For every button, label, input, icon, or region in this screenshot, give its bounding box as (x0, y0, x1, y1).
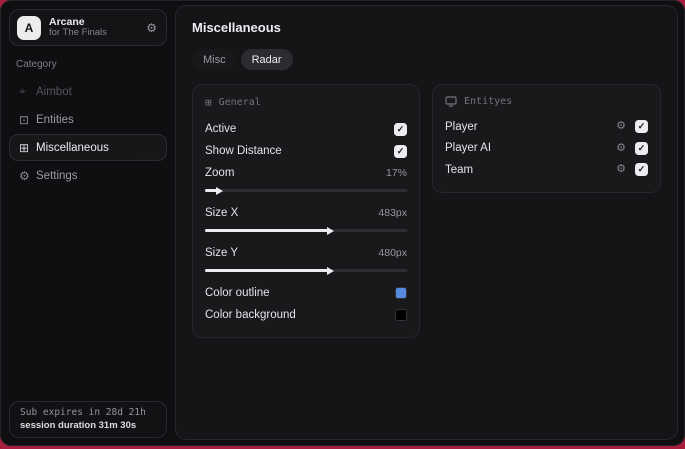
session-duration-text: session duration 31m 30s (20, 419, 137, 431)
entities-icon: ⊡ (19, 112, 30, 127)
size-x-label: Size X (205, 207, 239, 219)
entity-row-team: Team ⚙ ✓ (445, 159, 648, 181)
size-x-row: Size X 483px (205, 202, 407, 224)
zoom-row: Zoom 17% (205, 162, 407, 184)
color-background-row: Color background (205, 304, 408, 326)
size-y-row: Size Y 480px (205, 242, 407, 264)
entities-card: Entityes Player ⚙ ✓ Player AI ⚙ ✓ Team ⚙… (432, 84, 661, 193)
color-outline-swatch[interactable] (395, 287, 408, 299)
cards-row: ⊞ General Active ✓ Show Distance ✓ Zoom … (192, 84, 661, 338)
entity-label: Player AI (445, 142, 492, 155)
entities-card-title: Entityes (464, 96, 513, 107)
window-icon: ⊞ (205, 96, 212, 109)
gear-icon: ⚙ (19, 168, 30, 183)
app-window: A Arcane for The Finals ⚙ Category ⌖ Aim… (0, 0, 685, 446)
size-y-slider[interactable] (205, 266, 408, 275)
crosshair-icon: ⌖ (19, 84, 26, 98)
show-distance-checkbox[interactable]: ✓ (394, 144, 408, 158)
sidebar-nav: ⌖ Aimbot ⊡ Entities ⊞ Miscellaneous ····… (9, 78, 167, 190)
entity-label: Player (445, 120, 478, 133)
size-x-value: 483px (378, 207, 408, 219)
zoom-label: Zoom (205, 167, 235, 179)
sidebar-item-miscellaneous[interactable]: ⊞ Miscellaneous ······· (9, 134, 167, 161)
player-checkbox[interactable]: ✓ (635, 120, 648, 134)
size-x-slider-fill (205, 226, 335, 235)
show-distance-label: Show Distance (205, 145, 282, 157)
active-checkbox[interactable]: ✓ (394, 122, 408, 136)
sliders-icon: ⊞ (19, 140, 30, 155)
entity-row-player-ai: Player AI ⚙ ✓ (445, 138, 648, 160)
tab-radar[interactable]: Radar (240, 49, 293, 70)
team-checkbox[interactable]: ✓ (635, 163, 648, 177)
active-row: Active ✓ (205, 118, 408, 140)
sub-expires-text: Sub expires in 28d 21h (20, 407, 146, 418)
app-subtitle: for The Finals (49, 27, 107, 39)
sidebar-item-entities[interactable]: ⊡ Entities (9, 106, 167, 133)
sidebar-item-label: Entities (36, 113, 74, 126)
monitor-icon (445, 96, 457, 107)
active-label: Active (205, 123, 237, 135)
profile-card[interactable]: A Arcane for The Finals ⚙ (9, 9, 167, 46)
size-y-label: Size Y (205, 247, 239, 259)
entity-gear-icon[interactable]: ⚙ (616, 142, 626, 154)
entity-gear-icon[interactable]: ⚙ (616, 121, 626, 132)
zoom-value: 17% (386, 167, 408, 179)
entity-row-player: Player ⚙ ✓ (445, 116, 648, 138)
watermark: ······· (137, 152, 156, 158)
zoom-slider[interactable] (205, 186, 408, 195)
color-background-swatch[interactable] (395, 309, 408, 321)
entity-label: Team (445, 163, 474, 176)
general-card-title: General (218, 97, 261, 108)
category-label: Category (16, 59, 57, 70)
size-x-slider-thumb[interactable] (327, 226, 335, 235)
sidebar-item-label: Aimbot (36, 85, 72, 98)
show-distance-row: Show Distance ✓ (205, 140, 408, 162)
zoom-slider-fill (205, 186, 224, 195)
color-background-label: Color background (205, 309, 296, 321)
sidebar-item-label: Miscellaneous (36, 141, 109, 154)
size-x-slider[interactable] (205, 226, 408, 235)
color-outline-row: Color outline (205, 282, 408, 304)
entity-gear-icon[interactable]: ⚙ (616, 164, 626, 175)
subscription-card: Sub expires in 28d 21h session duration … (9, 401, 167, 438)
tab-bar: Misc Radar (192, 49, 661, 70)
size-y-slider-fill (205, 266, 335, 275)
tab-misc[interactable]: Misc (192, 49, 237, 70)
profile-gear-icon[interactable]: ⚙ (146, 21, 157, 35)
profile-text: Arcane for The Finals (49, 16, 146, 39)
sidebar-item-settings[interactable]: ⚙ Settings (9, 162, 167, 189)
sidebar-item-label: Settings (36, 169, 78, 182)
size-y-slider-thumb[interactable] (327, 266, 335, 275)
sidebar-item-aimbot[interactable]: ⌖ Aimbot (9, 78, 167, 105)
general-card-header: ⊞ General (205, 96, 407, 109)
page-title: Miscellaneous (192, 20, 281, 35)
size-y-value: 480px (378, 247, 408, 259)
sidebar: A Arcane for The Finals ⚙ Category ⌖ Aim… (1, 1, 175, 445)
player-ai-checkbox[interactable]: ✓ (635, 141, 648, 155)
color-outline-label: Color outline (205, 287, 270, 299)
general-card: ⊞ General Active ✓ Show Distance ✓ Zoom … (192, 84, 421, 338)
avatar: A (17, 15, 41, 40)
zoom-slider-thumb[interactable] (216, 186, 224, 195)
main-panel: Miscellaneous Misc Radar ⊞ General Activ… (175, 5, 678, 440)
entities-card-header: Entityes (445, 96, 648, 107)
